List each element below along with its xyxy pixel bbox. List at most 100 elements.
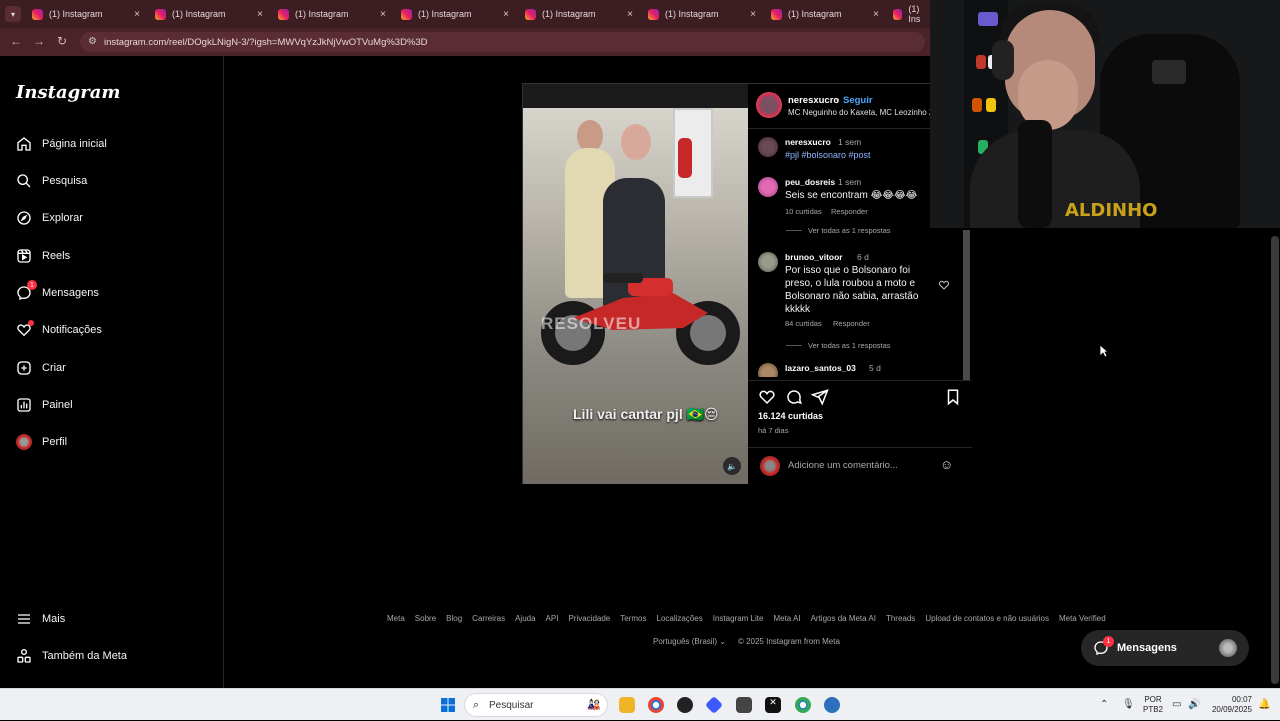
close-icon[interactable]: × [257,9,263,20]
view-replies-button[interactable]: Ver todas as 1 respostas [786,226,891,235]
chrome-icon[interactable] [648,697,664,713]
sidebar-item-create[interactable]: Criar [16,356,66,380]
close-icon[interactable]: × [134,9,140,20]
language-indicator[interactable]: POR PTB2 [1143,695,1163,715]
app-icon[interactable] [736,697,752,713]
avatar[interactable] [758,177,778,197]
reload-icon[interactable]: ↻ [57,34,67,48]
footer-link[interactable]: Sobre [415,614,436,623]
sidebar-item-home[interactable]: Página inicial [16,132,107,156]
reel-video[interactable]: RESOLVEU Lili vai cantar pjl 🇧🇷😔 🔈 [523,84,748,484]
follow-button[interactable]: Seguir [843,95,873,106]
footer-link[interactable]: Localizações [657,614,703,623]
terminal-icon[interactable]: ✕ [765,697,781,713]
file-explorer-icon[interactable] [619,697,635,713]
comments-scrollbar[interactable] [963,230,970,380]
network-icon[interactable]: ▭ [1172,699,1181,710]
avatar[interactable] [758,137,778,157]
browser-tab[interactable]: (1) Instagram × [32,4,140,24]
volume-icon[interactable]: 🔊 [1188,699,1200,710]
comment-likes[interactable]: 84 curtidas [785,319,822,328]
close-icon[interactable]: × [627,9,633,20]
taskbar-search[interactable]: ⌕ Pesquisar 🎎 [464,693,608,717]
reply-button[interactable]: Responder [831,207,868,216]
footer-link[interactable]: Termos [620,614,646,623]
footer-bottom: Português (Brasil) ⌄ © 2025 Instagram fr… [653,637,840,646]
volume-icon[interactable]: 🔈 [723,457,741,475]
comment-username[interactable]: brunoo_vitoor [785,252,843,262]
back-icon[interactable]: ← [10,34,22,48]
app-icon[interactable] [704,695,724,715]
browser-tab[interactable]: (1) Instagram × [771,4,879,24]
footer-link[interactable]: Artigos da Meta AI [811,614,876,623]
footer-link[interactable]: Threads [886,614,915,623]
footer-link[interactable]: Blog [446,614,462,623]
share-icon[interactable] [811,388,829,406]
clock[interactable]: 00:07 20/09/2025 [1208,695,1252,715]
comment-likes[interactable]: 10 curtidas [785,207,822,216]
avatar[interactable] [758,252,778,272]
reply-button[interactable]: Responder [833,319,870,328]
language-select[interactable]: Português (Brasil) ⌄ [653,637,726,646]
footer-link[interactable]: Upload de contatos e não usuários [925,614,1049,623]
url-input[interactable]: ⚙ instagram.com/reel/DOgkLNigN-3/?igsh=M… [80,32,925,52]
view-replies-button[interactable]: Ver todas as 1 respostas [786,341,891,350]
notification-bell-icon[interactable]: 🔔 [1258,699,1270,710]
instagram-logo[interactable]: Instagram [16,82,120,103]
close-icon[interactable]: × [750,9,756,20]
footer-link[interactable]: API [546,614,559,623]
browser-tab[interactable]: (1) Instagram × [278,4,386,24]
comment-username[interactable]: peu_dosreis [785,177,835,187]
bookmark-icon[interactable] [944,388,962,406]
forward-icon[interactable]: → [33,34,45,48]
browser-tab[interactable]: (1) Ins [893,4,930,24]
list-item: brunoo_vitoor 6 d Por isso que o Bolsona… [758,252,958,342]
windows-start-icon[interactable] [441,698,455,712]
chrome-profile-icon[interactable] [795,697,811,713]
footer-link[interactable]: Instagram Lite [713,614,764,623]
sidebar-item-reels[interactable]: Reels [16,244,70,268]
comment-username[interactable]: neresxucro [785,137,831,147]
close-icon[interactable]: × [873,9,879,20]
like-count[interactable]: 16.124 curtidas [758,411,823,421]
chevron-up-icon[interactable]: ⌃ [1100,699,1108,710]
site-info-icon[interactable]: ⚙ [88,36,97,47]
footer-link[interactable]: Meta [387,614,405,623]
sidebar-item-search[interactable]: Pesquisa [16,169,87,193]
sidebar-item-dashboard[interactable]: Painel [16,393,73,417]
close-icon[interactable]: × [380,9,386,20]
browser-tab[interactable]: (1) Instagram × [525,4,633,24]
comment-icon[interactable] [785,388,803,406]
footer-link[interactable]: Ajuda [515,614,535,623]
browser-tab[interactable]: (1) Instagram × [648,4,756,24]
messages-button[interactable]: 1 Mensagens [1081,630,1249,666]
footer-link[interactable]: Meta AI [773,614,800,623]
sidebar-item-also-from-meta[interactable]: Também da Meta [16,644,127,668]
like-heart-icon[interactable] [758,388,776,406]
tab-list-dropdown[interactable]: ▾ [5,6,21,22]
post-age: há 7 dias [758,426,789,435]
microphone-icon[interactable]: 🎙 [1122,699,1135,710]
sidebar-item-messages[interactable]: 1 Mensagens [16,280,99,305]
avatar[interactable] [756,92,782,118]
like-comment-heart-icon[interactable] [938,279,950,291]
browser-tab[interactable]: (1) Instagram × [401,4,509,24]
close-icon[interactable]: × [503,9,509,20]
page-scrollbar-thumb[interactable] [1271,236,1279,684]
sidebar-item-explore[interactable]: Explorar [16,206,83,230]
sidebar-item-more[interactable]: Mais [16,607,65,631]
caption-hashtags[interactable]: #pjl #bolsonaro #post [785,149,935,162]
sidebar-item-notifications[interactable]: Notificações [16,318,102,342]
obs-icon[interactable] [677,697,693,713]
comment-username[interactable]: lazaro_santos_03 [785,363,856,373]
footer-link[interactable]: Meta Verified [1059,614,1106,623]
browser-tab[interactable]: (1) Instagram × [155,4,263,24]
avatar[interactable] [758,363,778,377]
post-username[interactable]: neresxucro [788,95,839,106]
comment-input[interactable] [788,456,938,474]
app-icon[interactable] [824,697,840,713]
sidebar-item-profile[interactable]: Perfil [16,430,67,454]
footer-link[interactable]: Privacidade [568,614,610,623]
footer-link[interactable]: Carreiras [472,614,505,623]
emoji-icon[interactable]: ☺ [940,457,953,472]
